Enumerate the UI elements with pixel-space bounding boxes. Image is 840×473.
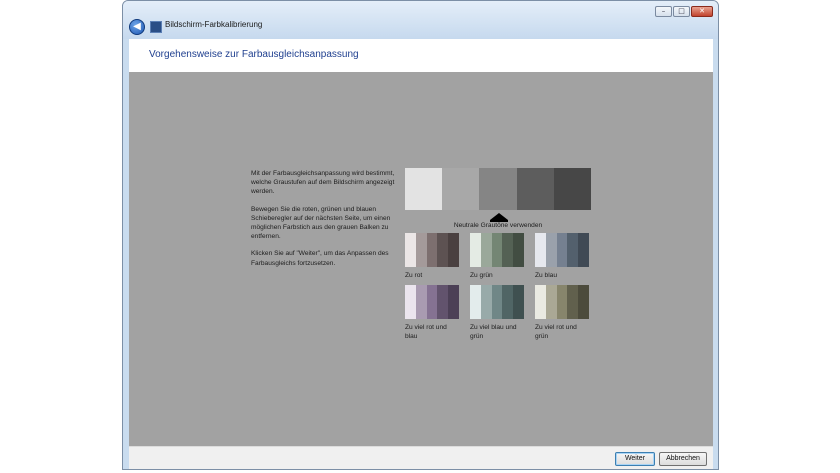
sample-label: Zu grün <box>470 272 493 279</box>
maximize-button[interactable]: □ <box>673 6 690 17</box>
close-button[interactable]: ✕ <box>691 6 713 17</box>
color-swatch <box>415 285 427 319</box>
instructions: Mit der Farbausgleichsanpassung wird bes… <box>251 169 396 276</box>
color-swatch <box>513 233 524 267</box>
gray-swatch <box>516 168 554 210</box>
sample-too-red-green: Zu viel rot und grün <box>535 285 589 341</box>
title-bar: ◀ Bildschirm-Farbkalibrierung – □ ✕ <box>123 1 718 39</box>
color-swatch <box>535 285 546 319</box>
color-swatch <box>405 233 416 267</box>
color-swatch <box>491 285 503 319</box>
color-swatch <box>480 233 492 267</box>
sample-label: Zu viel rot und grün <box>535 324 577 340</box>
color-swatch <box>578 285 589 319</box>
page-title: Vorgehensweise zur Farbausgleichsanpassu… <box>149 49 359 60</box>
gray-swatch <box>479 168 517 210</box>
color-swatch <box>491 233 503 267</box>
color-swatch <box>437 285 449 319</box>
instruction-paragraph-2: Bewegen Sie die roten, grünen und blauen… <box>251 205 391 241</box>
sample-too-green: Zu grün <box>470 233 524 280</box>
color-swatch <box>426 233 438 267</box>
neutral-gray-label: Neutrale Grautöne verwenden <box>453 222 543 229</box>
color-swatch <box>502 233 514 267</box>
minimize-button[interactable]: – <box>655 6 672 17</box>
color-swatch <box>470 285 481 319</box>
sample-too-blue-green: Zu viel blau und grün <box>470 285 524 341</box>
back-arrow-icon[interactable]: ◀ <box>129 19 145 35</box>
color-swatch <box>567 285 579 319</box>
sample-label: Zu rot <box>405 272 423 279</box>
color-swatch <box>480 285 492 319</box>
sample-too-red: Zu rot <box>405 233 459 280</box>
color-swatch <box>567 233 579 267</box>
gray-swatch <box>553 168 592 210</box>
sample-swatches <box>470 285 524 319</box>
color-swatch <box>448 285 459 319</box>
color-swatch <box>470 233 481 267</box>
color-swatch <box>556 285 568 319</box>
caption-buttons: – □ ✕ <box>655 6 713 17</box>
color-swatch <box>502 285 514 319</box>
color-swatch <box>545 285 557 319</box>
instruction-paragraph-1: Mit der Farbausgleichsanpassung wird bes… <box>251 170 395 196</box>
color-swatch <box>437 233 449 267</box>
color-swatch <box>415 233 427 267</box>
neutral-gray-bar <box>405 168 592 210</box>
sample-swatches <box>535 285 589 319</box>
sample-swatches <box>535 233 589 267</box>
cancel-button[interactable]: Abbrechen <box>659 452 707 466</box>
next-button[interactable]: Weiter <box>615 452 655 466</box>
gray-swatch <box>442 168 480 210</box>
gray-swatch <box>405 168 443 210</box>
color-swatch <box>535 233 546 267</box>
sample-swatches <box>405 285 459 319</box>
color-swatch <box>405 285 416 319</box>
content-area: Mit der Farbausgleichsanpassung wird bes… <box>129 72 713 446</box>
color-swatch <box>578 233 589 267</box>
window-title: Bildschirm-Farbkalibrierung <box>165 20 263 29</box>
monitor-icon <box>150 21 162 33</box>
sample-swatches <box>405 233 459 267</box>
color-swatch <box>513 285 524 319</box>
sample-too-red-blue: Zu viel rot und blau <box>405 285 459 341</box>
footer-bar: Weiter Abbrechen <box>129 446 713 469</box>
sample-too-blue: Zu blau <box>535 233 589 280</box>
sample-label: Zu viel rot und blau <box>405 324 447 340</box>
color-swatch <box>448 233 459 267</box>
color-swatch <box>545 233 557 267</box>
instruction-paragraph-3: Klicken Sie auf "Weiter", um das Anpasse… <box>251 250 389 267</box>
color-swatch <box>556 233 568 267</box>
sample-label: Zu blau <box>535 272 557 279</box>
calibration-window: ◀ Bildschirm-Farbkalibrierung – □ ✕ Vorg… <box>122 0 719 470</box>
pointer-arrow-icon <box>490 213 508 220</box>
page-header: Vorgehensweise zur Farbausgleichsanpassu… <box>129 39 713 72</box>
color-swatch <box>426 285 438 319</box>
sample-swatches <box>470 233 524 267</box>
sample-label: Zu viel blau und grün <box>470 324 517 340</box>
